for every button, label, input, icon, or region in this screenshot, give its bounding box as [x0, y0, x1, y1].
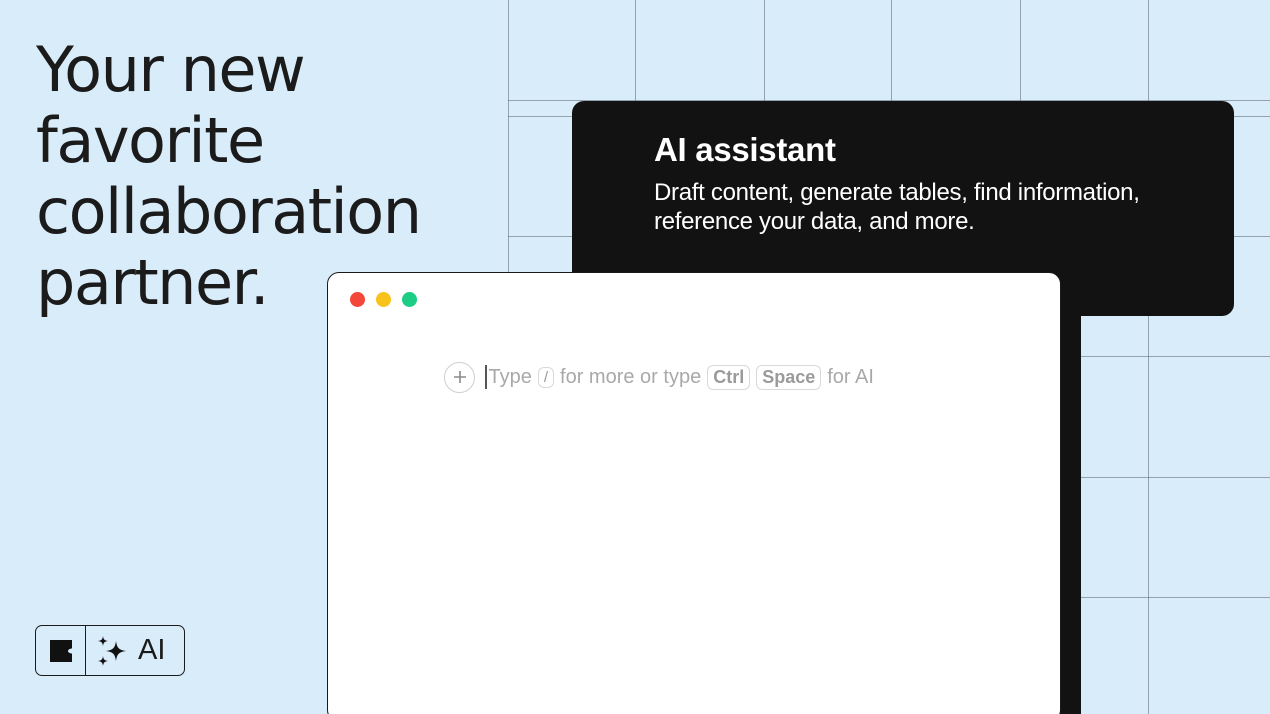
- headline-line-3: collaboration: [36, 175, 422, 248]
- placeholder-type: Type: [488, 365, 532, 388]
- placeholder-after: for AI: [827, 365, 874, 388]
- card-description: Draft content, generate tables, find inf…: [654, 179, 1140, 235]
- brand-ai: AI: [86, 626, 184, 675]
- brand-ai-label: AI: [138, 634, 166, 666]
- headline-line-2: favorite: [36, 104, 265, 177]
- brand-badge: AI: [35, 625, 185, 676]
- slash-key-badge: /: [537, 366, 555, 388]
- editor-input-line[interactable]: Type / for more or type Ctrl Space for A…: [444, 361, 874, 393]
- headline-line-1: Your new: [36, 33, 306, 106]
- coda-logo-icon: [49, 639, 72, 662]
- maximize-window-button[interactable]: [402, 292, 417, 307]
- plus-icon: [453, 371, 466, 383]
- ctrl-key-badge: Ctrl: [707, 364, 751, 390]
- editor-window: Type / for more or type Ctrl Space for A…: [327, 272, 1061, 714]
- brand-logo: [36, 626, 86, 675]
- sparkles-icon: [98, 635, 126, 666]
- close-window-button[interactable]: [350, 292, 365, 307]
- space-key-badge: Space: [756, 364, 822, 390]
- card-title: AI assistant: [654, 131, 836, 168]
- placeholder-middle: for more or type: [560, 365, 702, 388]
- minimize-window-button[interactable]: [376, 292, 391, 307]
- text-caret: [485, 365, 487, 389]
- add-block-button[interactable]: [444, 361, 475, 393]
